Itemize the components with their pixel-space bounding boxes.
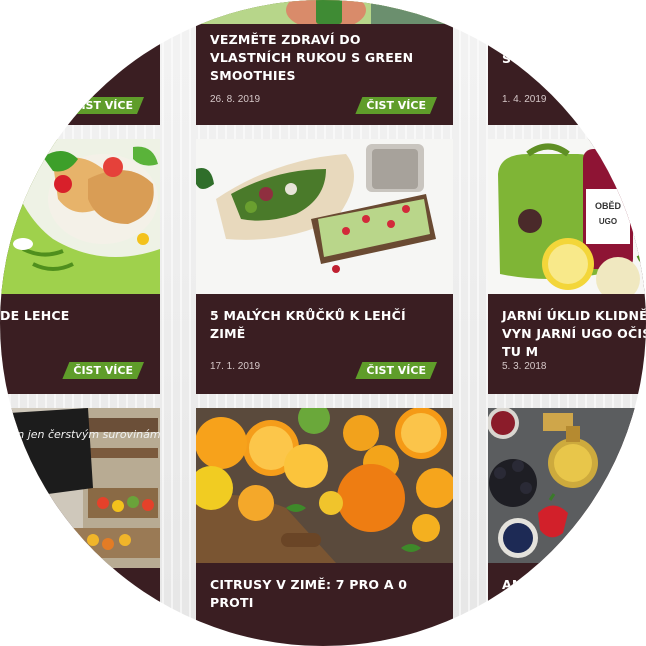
article-date: 1. 4. 2019 xyxy=(502,94,547,105)
article-title[interactable]: S xyxy=(502,50,646,68)
article-card[interactable]: 5 MALÝCH KRŮČKŮ K LEHČÍ ZIMĚ 17. 1. 2019… xyxy=(196,139,453,394)
article-image-wrap[interactable] xyxy=(196,139,453,294)
read-more-button[interactable]: ČIST VÍCE xyxy=(62,362,144,379)
article-card[interactable]: S 1. 4. 2019 xyxy=(488,0,646,125)
article-title[interactable]: CITRUSY V ZIMĚ: 7 PRO A 0 PROTI xyxy=(210,576,443,612)
smoothie-photo xyxy=(196,0,453,24)
article-image-citrus[interactable] xyxy=(196,408,453,563)
article-title[interactable]: JARNÍ ÚKLID KLIDNĚ VYN JARNÍ UGO OČISTU?… xyxy=(502,307,646,361)
article-card[interactable]: AN xyxy=(488,408,646,646)
article-image-smoothie[interactable] xyxy=(196,0,453,24)
article-image-lunchbag[interactable]: OBĚD UGO xyxy=(488,139,646,294)
article-card[interactable]: DE LEHCE ČIST VÍCE xyxy=(0,139,160,394)
article-title[interactable]: DE LEHCE xyxy=(0,307,150,325)
read-more-button[interactable]: ČIST VÍCE xyxy=(355,362,437,379)
article-title[interactable]: 5 MALÝCH KRŮČKŮ K LEHČÍ ZIMĚ xyxy=(210,307,443,343)
market-stall-photo: Vstup povolen jen čerstvým surovinám xyxy=(0,408,160,568)
wrap-photo xyxy=(196,139,453,294)
article-card[interactable]: Vstup povolen jen čerstvým surovinám xyxy=(0,408,160,646)
salad-photo xyxy=(0,139,160,294)
chalkboard-text: Vstup povolen jen čerstvým surovinám xyxy=(0,428,160,441)
lunch-bag-photo: OBĚD UGO xyxy=(488,139,646,294)
bag-logo-text: UGO xyxy=(599,217,617,226)
read-more-button[interactable]: ČIST VÍCE xyxy=(355,97,437,114)
article-title[interactable]: AN xyxy=(502,576,646,594)
citrus-photo xyxy=(196,408,453,563)
article-card[interactable]: ČIST VÍCE xyxy=(0,0,160,125)
article-date: 26. 8. 2019 xyxy=(210,94,261,105)
read-more-button[interactable]: ČIST VÍCE xyxy=(62,97,144,114)
article-title[interactable]: VEZMĚTE ZDRAVÍ DO VLASTNÍCH RUKOU S GREE… xyxy=(210,31,443,85)
article-grid-viewport: ČIST VÍCE VEZMĚTE ZDRAVÍ DO VLASTNÍCH RU… xyxy=(0,0,646,646)
spices-photo xyxy=(488,408,646,563)
bag-label-text: OBĚD xyxy=(595,200,622,211)
article-card[interactable]: CITRUSY V ZIMĚ: 7 PRO A 0 PROTI xyxy=(196,408,453,646)
article-image-market[interactable]: Vstup povolen jen čerstvým surovinám xyxy=(0,408,160,568)
article-date: 5. 3. 2018 xyxy=(502,361,547,372)
article-card[interactable]: VEZMĚTE ZDRAVÍ DO VLASTNÍCH RUKOU S GREE… xyxy=(196,0,453,125)
article-date: 17. 1. 2019 xyxy=(210,361,261,372)
article-image-spices[interactable] xyxy=(488,408,646,563)
article-card[interactable]: OBĚD UGO JARNÍ ÚKLID KLIDNĚ VYN JARNÍ UG… xyxy=(488,139,646,394)
article-image-salad[interactable] xyxy=(0,139,160,294)
